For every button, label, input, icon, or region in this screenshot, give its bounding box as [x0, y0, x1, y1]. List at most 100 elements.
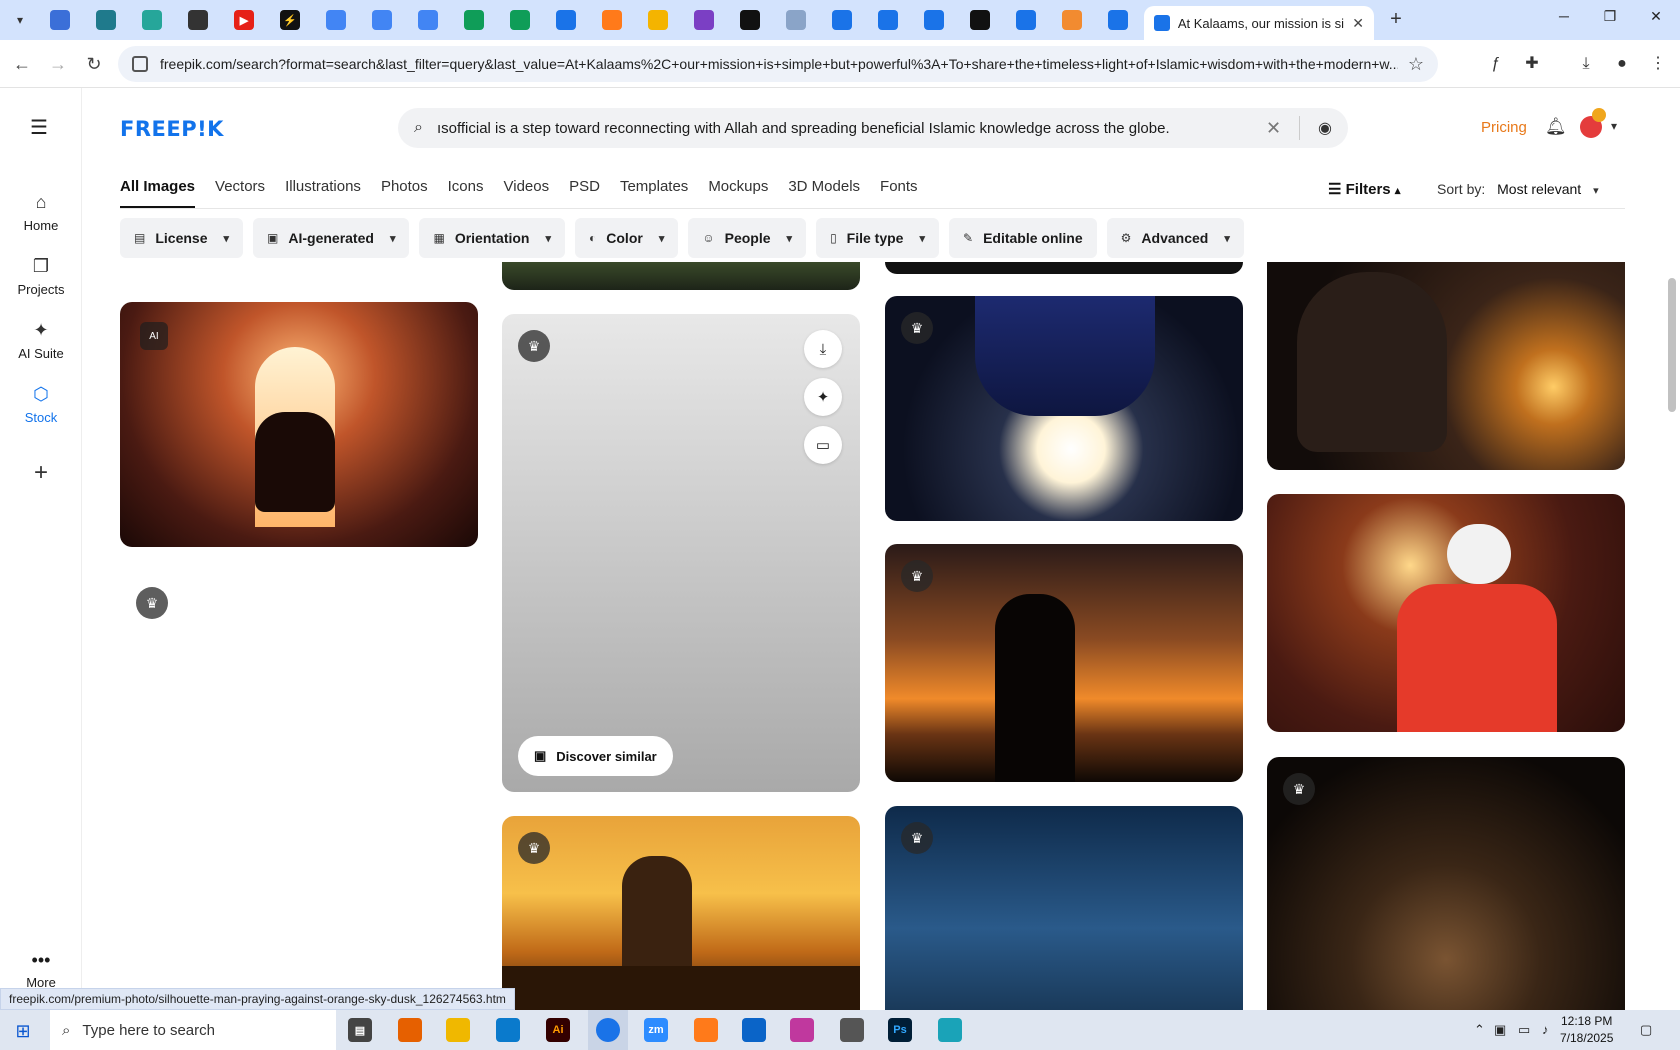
freepik-logo[interactable]: FREEP!K: [120, 117, 224, 141]
pinned-tab-icon[interactable]: [556, 10, 576, 30]
pinned-tab-icon[interactable]: [1016, 10, 1036, 30]
back-button[interactable]: ←: [10, 52, 34, 76]
pinned-tab-icon[interactable]: [924, 10, 944, 30]
tab-templates[interactable]: Templates: [620, 178, 688, 208]
notifications-bell-icon[interactable]: 🔔︎: [1545, 117, 1567, 137]
pinned-tab-icon[interactable]: [188, 10, 208, 30]
browser-menu-icon[interactable]: ⋮: [1646, 52, 1670, 76]
sheets-tab-icon[interactable]: [464, 10, 484, 30]
photoshop-icon[interactable]: Ps: [888, 1018, 912, 1042]
youtube-tab-icon[interactable]: ▶: [234, 10, 254, 30]
pinned-tab-icon[interactable]: [648, 10, 668, 30]
notifications-icon[interactable]: ▢: [1640, 1022, 1652, 1038]
network-icon[interactable]: ▭: [1518, 1022, 1530, 1038]
pinned-tab-icon[interactable]: [694, 10, 714, 30]
app-icon[interactable]: [938, 1018, 962, 1042]
tab-mockups[interactable]: Mockups: [708, 178, 768, 208]
tray-app-icon[interactable]: ▣: [1494, 1022, 1506, 1038]
sort-dropdown[interactable]: Sort by: Most relevant ▾: [1437, 181, 1599, 197]
tray-chevron-up-icon[interactable]: ⌃: [1474, 1022, 1485, 1038]
filter-ai-generated[interactable]: ▣ AI-generated ▾: [253, 218, 410, 258]
image-card-loading[interactable]: ♛ ⤓ ✦ ▭: [502, 314, 860, 792]
tab-vectors[interactable]: Vectors: [215, 178, 265, 208]
tab-3d-models[interactable]: 3D Models: [788, 178, 860, 208]
rail-item-ai-suite[interactable]: ✦ AI Suite: [0, 320, 82, 361]
creative-cloud-icon[interactable]: [790, 1018, 814, 1042]
vscode-icon[interactable]: [496, 1018, 520, 1042]
camera-search-icon[interactable]: ◉: [1318, 118, 1332, 138]
filter-advanced[interactable]: ⚙ Advanced ▾: [1106, 218, 1244, 258]
page-scrollbar-thumb[interactable]: [1668, 278, 1676, 412]
rail-item-projects[interactable]: ❐ Projects: [0, 256, 82, 297]
filter-editable-online[interactable]: ✎ Editable online: [949, 218, 1097, 258]
filter-people[interactable]: ☺ People ▾: [688, 218, 807, 258]
chrome-icon[interactable]: [596, 1018, 620, 1042]
pinned-tab-icon[interactable]: [602, 10, 622, 30]
tab-illustrations[interactable]: Illustrations: [285, 178, 361, 208]
taskbar-clock[interactable]: 12:18 PM 7/18/2025: [1560, 1013, 1613, 1047]
file-explorer-icon[interactable]: [446, 1018, 470, 1042]
docs-tab-icon[interactable]: [418, 10, 438, 30]
ai-edit-sparkle-icon[interactable]: ✦: [804, 378, 842, 416]
windows-start-icon[interactable]: ⊞: [12, 1020, 34, 1042]
search-input[interactable]: ısofficial is a step toward reconnecting…: [437, 120, 1248, 137]
outlook-icon[interactable]: [742, 1018, 766, 1042]
pinned-tab-icon[interactable]: [50, 10, 70, 30]
image-card[interactable]: ♛: [1267, 757, 1625, 1010]
site-info-icon[interactable]: [132, 56, 148, 72]
download-icon[interactable]: ⤓: [804, 330, 842, 368]
add-plus-icon[interactable]: +: [22, 454, 60, 492]
filter-orientation[interactable]: ▦ Orientation ▾: [419, 218, 566, 258]
url-text[interactable]: freepik.com/search?format=search&last_fi…: [160, 56, 1398, 72]
image-card[interactable]: ♛: [502, 816, 860, 1010]
pinned-tab-icon[interactable]: [740, 10, 760, 30]
firefox-icon[interactable]: [398, 1018, 422, 1042]
illustrator-icon[interactable]: Ai: [546, 1018, 570, 1042]
tab-search-button[interactable]: ▾: [8, 8, 32, 32]
volume-icon[interactable]: ♪: [1542, 1022, 1549, 1037]
docs-tab-icon[interactable]: [372, 10, 392, 30]
image-card[interactable]: [885, 262, 1243, 274]
image-card[interactable]: [502, 262, 860, 290]
tab-icons[interactable]: Icons: [448, 178, 484, 208]
taskbar-search[interactable]: ⌕ Type here to search: [50, 1010, 336, 1050]
pinned-tab-icon[interactable]: [832, 10, 852, 30]
hamburger-menu-icon[interactable]: ☰: [30, 118, 50, 138]
pinned-tab-icon[interactable]: [878, 10, 898, 30]
image-card[interactable]: ♛: [885, 544, 1243, 782]
pinned-tab-icon[interactable]: [1062, 10, 1082, 30]
restore-button[interactable]: ❐: [1590, 8, 1630, 25]
bookmark-star-icon[interactable]: ☆: [1408, 54, 1424, 75]
pinned-tab-icon[interactable]: [786, 10, 806, 30]
image-card[interactable]: AI: [120, 302, 478, 547]
docs-tab-icon[interactable]: [326, 10, 346, 30]
discover-similar-button[interactable]: ▣ Discover similar: [518, 736, 673, 776]
image-card[interactable]: [1267, 494, 1625, 732]
minimize-button[interactable]: ─: [1544, 8, 1584, 24]
close-tab-icon[interactable]: ✕: [1352, 15, 1364, 32]
tab-psd[interactable]: PSD: [569, 178, 600, 208]
tab-fonts[interactable]: Fonts: [880, 178, 918, 208]
pinned-tab-icon[interactable]: [1108, 10, 1128, 30]
pen-tool-icon[interactable]: [840, 1018, 864, 1042]
rail-item-stock[interactable]: ⬡ Stock: [0, 384, 82, 425]
image-card[interactable]: ♛: [885, 806, 1243, 1010]
pinned-tab-icon[interactable]: ⚡: [280, 10, 300, 30]
address-bar[interactable]: freepik.com/search?format=search&last_fi…: [118, 46, 1438, 82]
task-view-icon[interactable]: ▤: [348, 1018, 372, 1042]
downloads-icon[interactable]: ⤓: [1574, 52, 1598, 76]
forward-button[interactable]: →: [46, 52, 70, 76]
search-bar[interactable]: ⌕ ısofficial is a step toward reconnecti…: [398, 108, 1348, 148]
tab-all-images[interactable]: All Images: [120, 178, 196, 208]
pricing-link[interactable]: Pricing: [1481, 119, 1527, 136]
filters-toggle[interactable]: ☰ Filters ▴: [1328, 180, 1400, 198]
filter-file-type[interactable]: ▯ File type ▾: [816, 218, 939, 258]
pinned-tab-icon[interactable]: [970, 10, 990, 30]
rail-item-home[interactable]: ⌂ Home: [0, 192, 82, 233]
filter-color[interactable]: ◐ Color ▾: [575, 218, 679, 258]
pinned-tab-icon[interactable]: [96, 10, 116, 30]
tab-photos[interactable]: Photos: [381, 178, 428, 208]
pinned-tab-icon[interactable]: [142, 10, 162, 30]
image-card[interactable]: [1267, 262, 1625, 470]
clear-search-icon[interactable]: ✕: [1266, 118, 1281, 139]
